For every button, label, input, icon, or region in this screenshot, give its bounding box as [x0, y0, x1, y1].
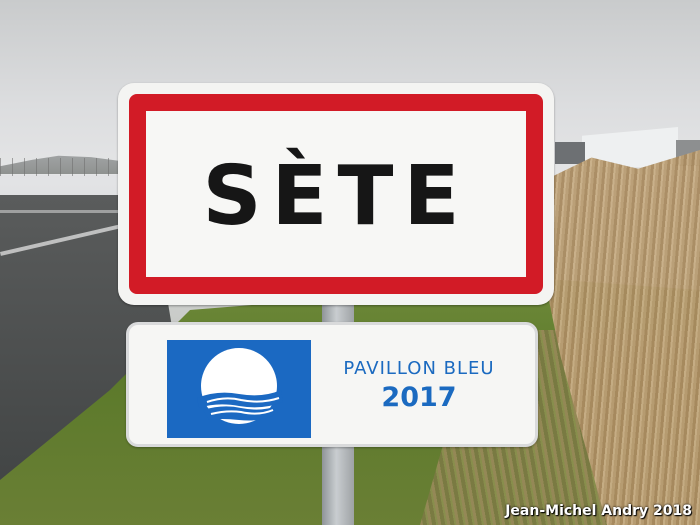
fence [0, 158, 125, 176]
flag-title: PAVILLON BLEU [343, 358, 495, 379]
road-edge-line [0, 210, 130, 213]
photo-credit: Jean-Michel Andry 2018 [505, 503, 692, 519]
flag-year: 2017 [381, 382, 457, 413]
blue-flag-sign: PAVILLON BLEU 2017 [126, 322, 538, 447]
town-sign-border: SÈTE [129, 94, 543, 294]
town-name: SÈTE [202, 148, 470, 244]
flag-text-block: PAVILLON BLEU 2017 [324, 358, 514, 413]
blue-flag-logo-icon [167, 340, 311, 438]
town-entry-sign: SÈTE [118, 83, 554, 305]
photo-scene: SÈTE PAVILLON BLEU 2017 Jean-Michel Andr… [0, 0, 700, 525]
dark-building [555, 142, 585, 164]
